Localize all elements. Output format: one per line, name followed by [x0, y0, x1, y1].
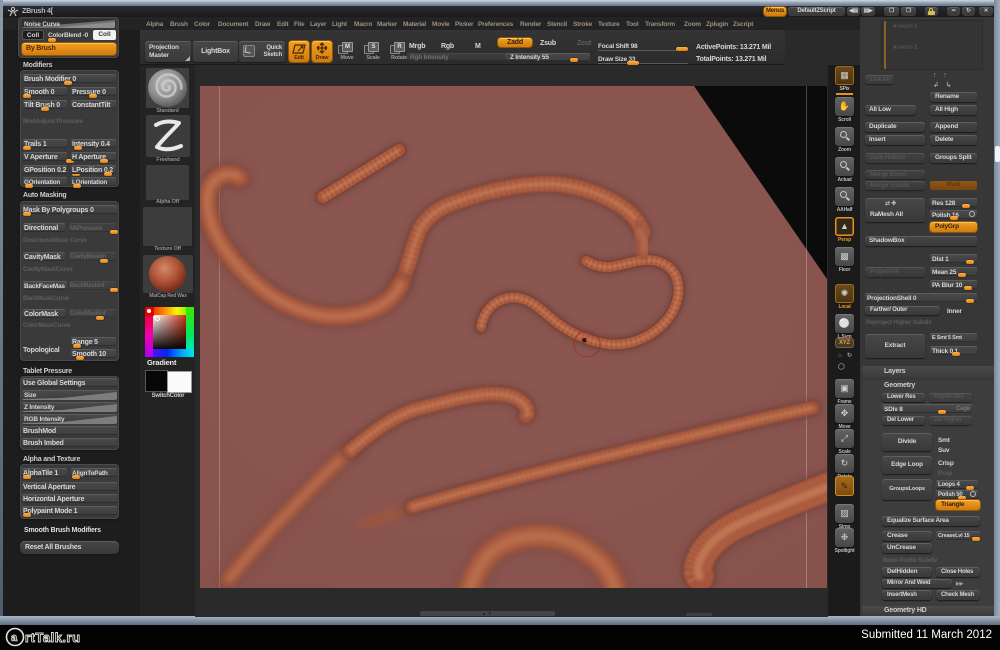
svg-text:a: a — [11, 632, 18, 644]
svg-text:rtTalk.ru: rtTalk.ru — [25, 630, 81, 645]
